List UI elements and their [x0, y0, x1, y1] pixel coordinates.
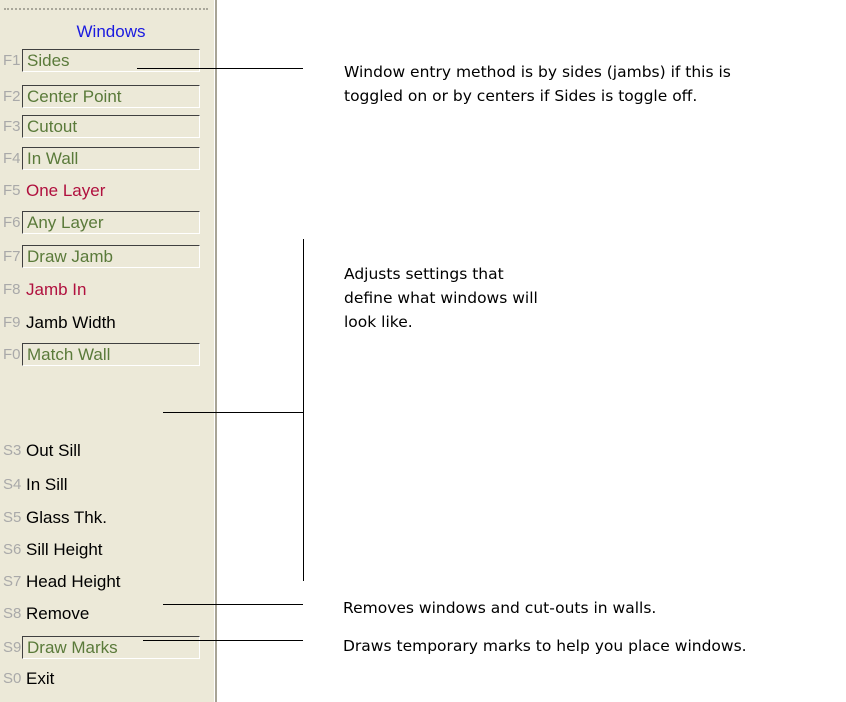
menu-item-label: Exit — [26, 669, 55, 688]
menu-item-label: Jamb In — [26, 280, 87, 299]
menu-item-match-wall[interactable]: F0 Match Wall — [0, 342, 210, 368]
shortcut-key: S0 — [3, 670, 22, 687]
sides-note-line-2: toggled on or by centers if Sides is tog… — [344, 87, 698, 105]
menu-item-draw-jamb[interactable]: F7 Draw Jamb — [0, 244, 210, 270]
shortcut-key: F7 — [3, 248, 21, 265]
menu-item-label: Sill Height — [26, 540, 103, 559]
menu-item-sides[interactable]: F1 Sides — [0, 48, 210, 74]
marks-note: Draws temporary marks to help you place … — [343, 637, 747, 655]
menu-item-label: Head Height — [26, 572, 121, 591]
shortcut-key: S5 — [3, 509, 22, 526]
menu-item-label: In Wall — [22, 147, 200, 170]
shortcut-key: F8 — [3, 281, 21, 298]
shortcut-key: F2 — [3, 88, 21, 105]
menu-item-label: Cutout — [22, 115, 200, 138]
menu-item-sill-height[interactable]: S6 Sill Height — [0, 537, 210, 563]
menu-item-center-point[interactable]: F2 Center Point — [0, 84, 210, 110]
shortcut-key: S7 — [3, 573, 22, 590]
shortcut-key: S6 — [3, 541, 22, 558]
shortcut-key: F4 — [3, 150, 21, 167]
shortcut-key: S3 — [3, 442, 22, 459]
menu-item-jamb-width[interactable]: F9 Jamb Width — [0, 310, 210, 336]
menu-item-in-sill[interactable]: S4 In Sill — [0, 472, 210, 498]
menu-title: Windows — [76, 22, 146, 41]
remove-callout-line — [163, 604, 303, 605]
menu-item-glass-thk[interactable]: S5 Glass Thk. — [0, 505, 210, 531]
shortcut-key: F0 — [3, 346, 21, 363]
settings-callout-line — [163, 412, 304, 413]
shortcut-key: S4 — [3, 476, 22, 493]
windows-menu-panel: Windows F1 Sides F2 Center Point F3 Cuto… — [0, 0, 217, 702]
shortcut-key: S9 — [3, 639, 22, 656]
shortcut-key: F9 — [3, 314, 21, 331]
menu-item-any-layer[interactable]: F6 Any Layer — [0, 210, 210, 236]
sides-note-line-1: Window entry method is by sides (jambs) … — [344, 63, 731, 81]
menu-item-in-wall[interactable]: F4 In Wall — [0, 146, 210, 172]
shortcut-key: F1 — [3, 52, 21, 69]
remove-note: Removes windows and cut-outs in walls. — [343, 599, 657, 617]
settings-note-line-2: define what windows will — [344, 289, 538, 307]
menu-item-out-sill[interactable]: S3 Out Sill — [0, 438, 210, 464]
menu-item-label: Any Layer — [22, 211, 200, 234]
menu-item-label: Draw Jamb — [22, 245, 200, 268]
settings-note-line-1: Adjusts settings that — [344, 265, 504, 283]
menu-item-draw-marks[interactable]: S9 Draw Marks — [0, 635, 210, 661]
menu-item-exit[interactable]: S0 Exit — [0, 666, 210, 692]
sides-callout-line — [137, 68, 303, 69]
shortcut-key: F5 — [3, 182, 21, 199]
menu-item-label: Out Sill — [26, 441, 81, 460]
menu-item-jamb-in[interactable]: F8 Jamb In — [0, 277, 210, 303]
menu-item-one-layer[interactable]: F5 One Layer — [0, 178, 210, 204]
menu-item-label: Glass Thk. — [26, 508, 107, 527]
menu-item-head-height[interactable]: S7 Head Height — [0, 569, 210, 595]
settings-note-line-3: look like. — [344, 313, 413, 331]
shortcut-key: F6 — [3, 214, 21, 231]
panel-grip[interactable] — [4, 8, 208, 10]
settings-bracket-line — [303, 239, 304, 581]
menu-item-cutout[interactable]: F3 Cutout — [0, 114, 210, 140]
menu-item-label: Center Point — [22, 85, 200, 108]
shortcut-key: S8 — [3, 605, 22, 622]
menu-item-label: In Sill — [26, 475, 68, 494]
shortcut-key: F3 — [3, 118, 21, 135]
menu-item-label: Match Wall — [22, 343, 200, 366]
menu-item-label: Remove — [26, 604, 90, 623]
menu-item-label: Jamb Width — [26, 313, 116, 332]
menu-item-label: One Layer — [26, 181, 106, 200]
marks-callout-line — [143, 640, 303, 641]
